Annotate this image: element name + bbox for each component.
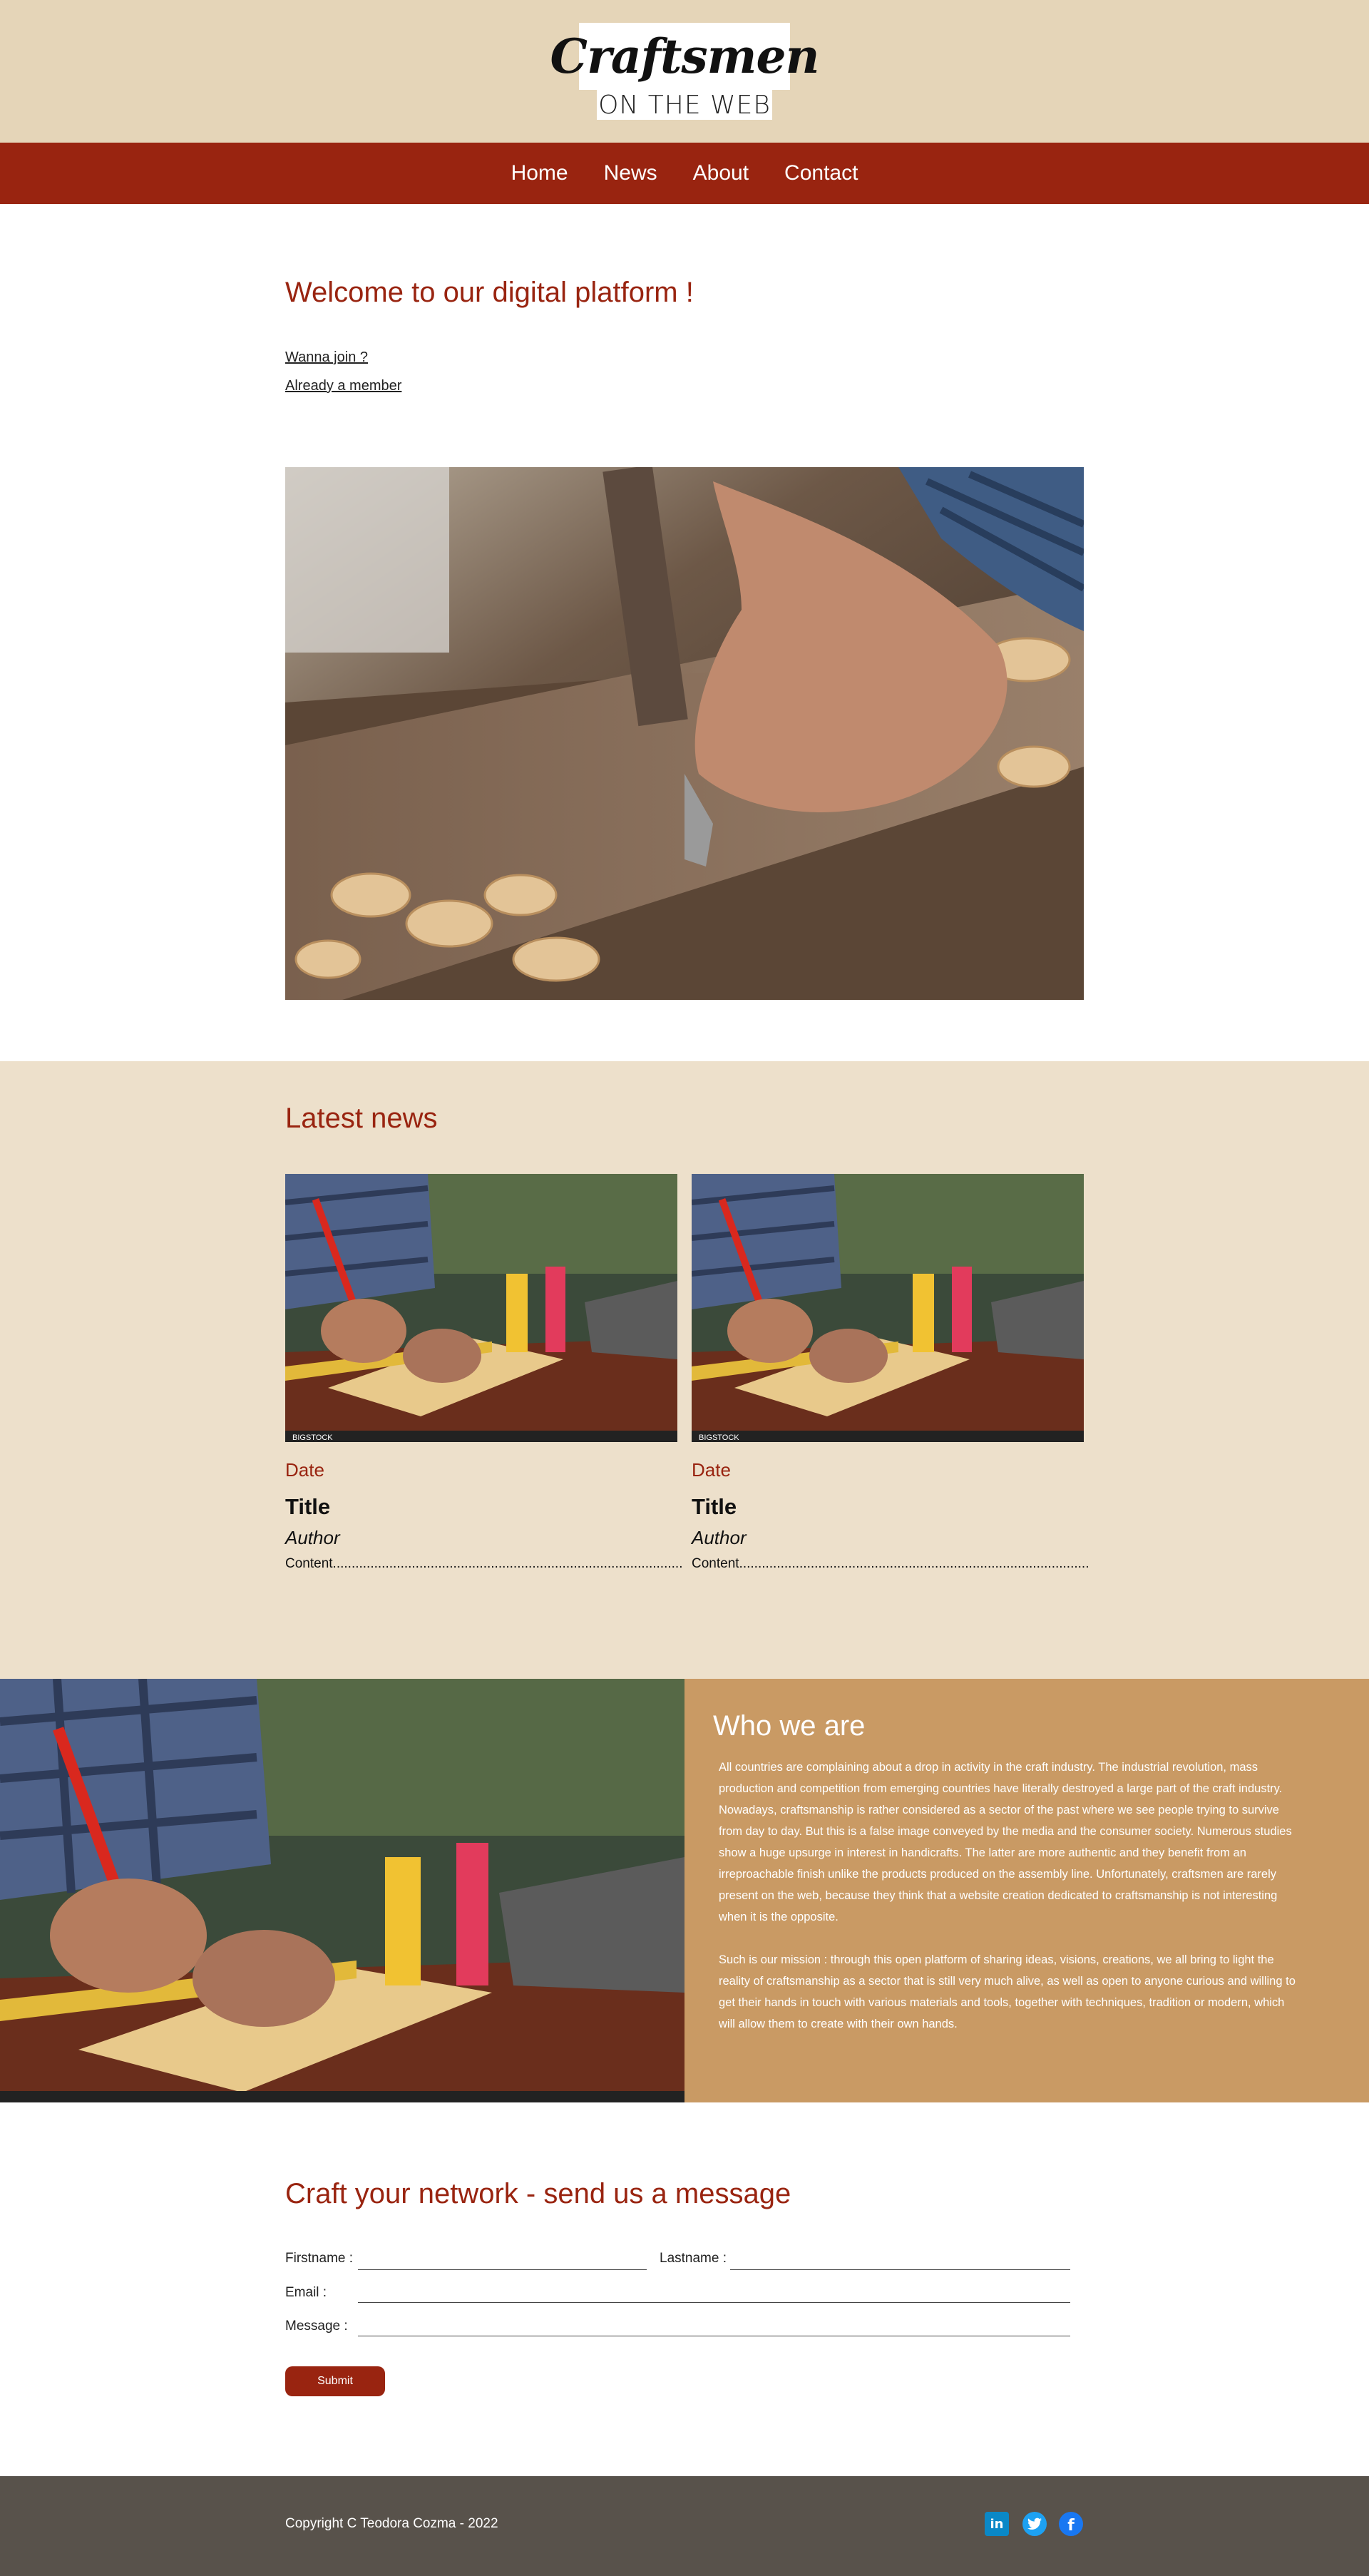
email-field[interactable] (358, 2302, 1070, 2303)
firstname-field[interactable] (358, 2269, 647, 2270)
news-card[interactable]: BIGSTOCK Date Title Author Content......… (692, 1174, 1089, 1572)
svg-text:BIGSTOCK: BIGSTOCK (699, 1433, 739, 1442)
lastname-label: Lastname : (660, 2251, 727, 2266)
copyright-text: Copyright C Teodora Cozma - 2022 (285, 2516, 498, 2531)
lastname-field[interactable] (730, 2269, 1070, 2270)
news-date: Date (692, 1459, 731, 1481)
about-paragraph-2: Such is our mission : through this open … (719, 1953, 1296, 2030)
hero-image-carving (285, 467, 1084, 1000)
twitter-icon[interactable] (1022, 2512, 1047, 2536)
site-logo[interactable]: Craftsmen ON THE WEB (550, 23, 819, 120)
news-card[interactable]: BIGSTOCK Date Title Author Content......… (285, 1174, 683, 1572)
contact-title: Craft your network - send us a message (285, 2178, 791, 2209)
message-label: Message : (285, 2319, 348, 2334)
news-card-image: BIGSTOCK (285, 1174, 677, 1442)
news-author: Author (692, 1527, 747, 1548)
firstname-label: Firstname : (285, 2251, 354, 2266)
submit-button[interactable]: Submit (285, 2366, 385, 2396)
nav-about[interactable]: About (675, 161, 766, 185)
member-link[interactable]: Already a member (285, 378, 401, 394)
news-author: Author (285, 1527, 340, 1548)
welcome-title: Welcome to our digital platform ! (285, 277, 694, 308)
nav-home[interactable]: Home (493, 161, 586, 185)
about-image-woodwork (0, 1679, 684, 2102)
logo-wordmark: Craftsmen (550, 23, 819, 90)
join-link[interactable]: Wanna join ? (285, 349, 368, 366)
main-navbar: Home News About Contact (0, 143, 1369, 204)
about-title: Who we are (713, 1710, 866, 1742)
news-title: Title (692, 1494, 737, 1519)
facebook-icon[interactable]: f (1059, 2512, 1083, 2536)
news-content: Content.................................… (285, 1556, 683, 1571)
email-label: Email : (285, 2285, 327, 2300)
news-title: Title (285, 1494, 331, 1519)
logo-tagline: ON THE WEB (597, 90, 772, 120)
news-date: Date (285, 1459, 324, 1481)
nav-contact[interactable]: Contact (766, 161, 876, 185)
nav-news[interactable]: News (586, 161, 675, 185)
footer (0, 2476, 1369, 2576)
news-section (0, 1061, 1369, 1679)
news-section-title: Latest news (285, 1103, 438, 1134)
linkedin-icon[interactable]: in (985, 2512, 1009, 2536)
svg-text:BIGSTOCK: BIGSTOCK (292, 1433, 333, 1442)
about-paragraph-1: All countries are complaining about a dr… (719, 1761, 1292, 1923)
news-card-image: BIGSTOCK (692, 1174, 1084, 1442)
news-content: Content.................................… (692, 1556, 1089, 1571)
